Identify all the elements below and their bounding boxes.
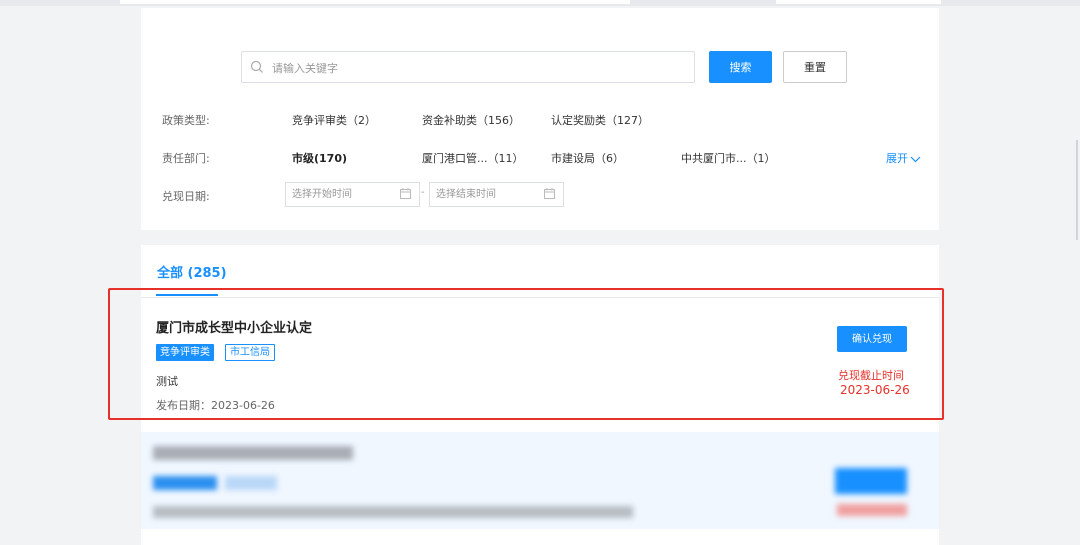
policy-type-label: 政策类型: (162, 114, 210, 127)
policy-type-option[interactable]: 认定奖励类（127） (551, 112, 649, 128)
expand-toggle[interactable]: 展开 (886, 150, 921, 166)
search-field[interactable] (241, 51, 695, 84)
department-option[interactable]: 厦门港口管...（11） (422, 150, 524, 166)
calendar-icon (544, 188, 555, 199)
highlight-box (108, 288, 944, 420)
department-option[interactable]: 市建设局（6） (551, 150, 624, 166)
blurred-tag (153, 476, 217, 490)
start-date-placeholder: 选择开始时间 (292, 189, 352, 200)
top-strip-segment (120, 0, 630, 4)
department-label: 责任部门: (162, 152, 210, 165)
scrollbar[interactable] (1076, 140, 1078, 240)
end-date-picker[interactable]: 选择结束时间 (429, 182, 564, 207)
search-icon (250, 60, 263, 73)
tab-all[interactable]: 全部 (285) (157, 262, 227, 281)
start-date-picker[interactable]: 选择开始时间 (285, 182, 420, 207)
blurred-tag (225, 476, 277, 490)
top-strip (0, 0, 1080, 6)
blurred-title (153, 446, 353, 460)
date-label: 兑现日期: (162, 190, 210, 203)
search-input[interactable] (270, 52, 674, 84)
policy-type-option[interactable]: 竞争评审类（2） (292, 112, 376, 128)
blurred-deadline (837, 504, 907, 516)
blurred-text (153, 506, 633, 518)
calendar-icon (400, 188, 411, 199)
top-strip-segment (776, 0, 941, 4)
reset-button[interactable]: 重置 (783, 51, 847, 83)
department-option[interactable]: 中共厦门市...（1） (681, 150, 776, 166)
search-button[interactable]: 搜索 (709, 51, 772, 83)
chevron-down-icon (910, 156, 921, 162)
policy-type-option[interactable]: 资金补助类（156） (422, 112, 520, 128)
list-item-blurred (141, 432, 939, 529)
date-separator: - (421, 187, 425, 198)
expand-label: 展开 (886, 152, 908, 165)
blurred-button (835, 468, 907, 494)
department-option[interactable]: 市级(170) (292, 150, 347, 166)
end-date-placeholder: 选择结束时间 (436, 189, 496, 200)
